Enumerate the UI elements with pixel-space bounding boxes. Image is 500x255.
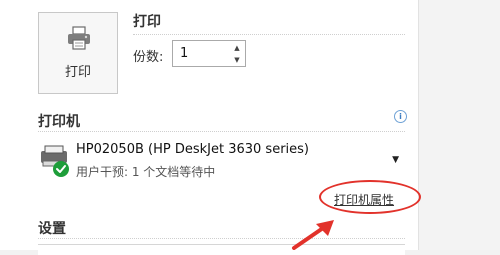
info-icon[interactable]: i (394, 110, 407, 123)
printer-heading: 打印机 (38, 114, 80, 130)
print-button-label: 打印 (64, 65, 91, 80)
arrow-icon (292, 220, 334, 250)
chevron-down-icon[interactable]: ▼ (392, 155, 399, 165)
copies-input[interactable]: 1 (180, 46, 188, 61)
divider (133, 34, 405, 35)
highlight-ellipse (319, 180, 421, 214)
check-icon (53, 161, 69, 177)
printer-name: HP02050B (HP DeskJet 3630 series) (76, 142, 309, 157)
printer-status: 用户干预: 1 个文档等待中 (76, 165, 216, 179)
copies-stepper[interactable]: 1 ▲ ▼ (172, 40, 246, 67)
copies-label: 份数: (133, 50, 164, 65)
settings-heading: 设置 (38, 221, 66, 237)
divider (38, 131, 405, 132)
copies-up-arrow-icon[interactable]: ▲ (229, 42, 245, 54)
printer-icon (68, 26, 90, 50)
divider (38, 238, 405, 239)
printer-status-icon (41, 145, 69, 177)
print-button[interactable]: 打印 (38, 12, 118, 94)
preview-area (418, 0, 500, 250)
print-heading: 打印 (133, 14, 161, 30)
printer-select[interactable]: HP02050B (HP DeskJet 3630 series) 用户干预: … (38, 137, 405, 185)
copies-down-arrow-icon[interactable]: ▼ (229, 54, 245, 66)
